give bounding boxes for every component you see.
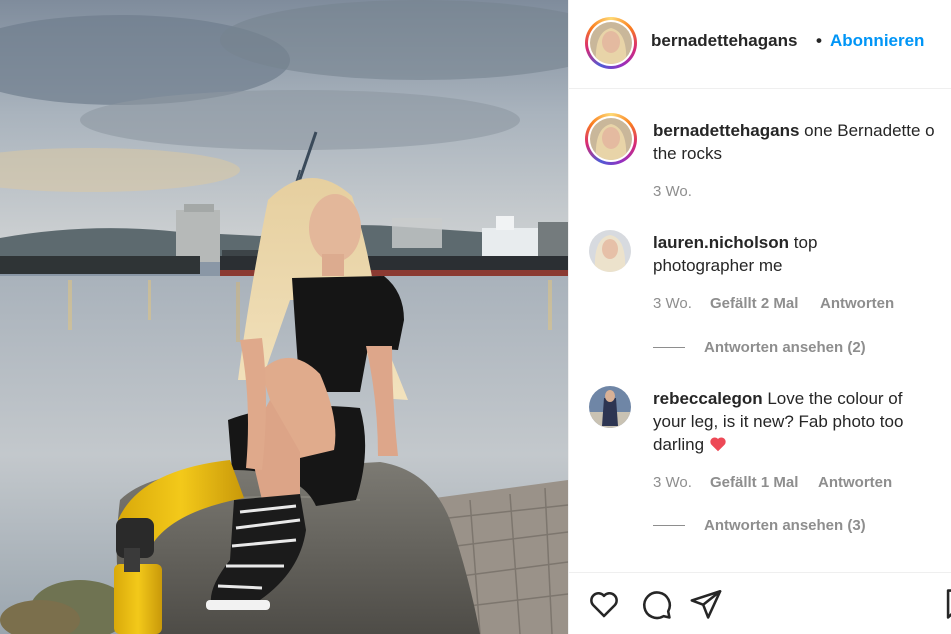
comment-likes-link[interactable]: Gefällt 2 Mal	[710, 295, 798, 312]
follow-button[interactable]: Abonnieren	[830, 31, 924, 51]
author-avatar[interactable]	[585, 17, 637, 69]
replies-divider	[653, 347, 685, 348]
reply-button[interactable]: Antworten	[820, 295, 894, 312]
comment-line-1: lauren.nicholson top	[653, 231, 817, 254]
comment-line-3: darling	[653, 433, 727, 456]
like-button[interactable]	[587, 587, 621, 621]
comment-text: Love the colour of	[767, 389, 903, 408]
comment-line-2: your leg, is it new? Fab photo too	[653, 412, 904, 431]
red-heart-icon	[710, 437, 726, 452]
comment-line-1: rebeccalegon Love the colour of	[653, 387, 903, 410]
commenter-avatar-image	[589, 230, 631, 272]
post-header: bernadettehagans • Abonnieren	[569, 0, 951, 89]
replies-divider	[653, 525, 685, 526]
view-replies-button[interactable]: Antworten ansehen (3)	[704, 517, 866, 534]
view-replies-button[interactable]: Antworten ansehen (2)	[704, 339, 866, 356]
caption-line-2: the rocks	[653, 144, 722, 163]
share-icon	[690, 589, 722, 619]
caption-line-1: bernadettehagans one Bernadette o	[653, 119, 935, 142]
reply-button[interactable]: Antworten	[818, 474, 892, 491]
comment-age: 3 Wo.	[653, 474, 692, 491]
action-bar	[569, 572, 951, 634]
separator-dot: •	[816, 31, 822, 50]
comment-button[interactable]	[639, 587, 673, 621]
heart-emoji	[709, 435, 727, 454]
commenter-avatar-image	[589, 386, 631, 428]
save-button[interactable]	[941, 587, 951, 621]
comment-likes-link[interactable]: Gefällt 1 Mal	[710, 474, 798, 491]
post-side-panel: bernadettehagans • Abonnieren bernadette…	[568, 0, 951, 634]
comment-age: 3 Wo.	[653, 295, 692, 312]
caption-username[interactable]: bernadettehagans	[653, 121, 799, 140]
caption-avatar-image	[590, 118, 632, 160]
caption-age: 3 Wo.	[653, 183, 692, 200]
comment-username[interactable]: lauren.nicholson	[653, 233, 789, 252]
post-photo-image	[0, 0, 568, 634]
comment-line-2: photographer me	[653, 256, 783, 275]
heart-icon	[590, 592, 618, 618]
comment-username[interactable]: rebeccalegon	[653, 389, 763, 408]
comment-text-tail: darling	[653, 435, 705, 454]
post-photo[interactable]	[0, 0, 568, 634]
author-avatar-image	[590, 22, 632, 64]
comment-text: top	[793, 233, 818, 252]
caption-avatar[interactable]	[585, 113, 637, 165]
caption-text: one Bernadette o	[804, 121, 935, 140]
share-button[interactable]	[689, 587, 723, 621]
bookmark-icon	[946, 589, 951, 619]
author-username[interactable]: bernadettehagans	[651, 31, 797, 51]
commenter-avatar[interactable]	[589, 386, 631, 428]
comment-icon	[643, 591, 672, 620]
commenter-avatar[interactable]	[589, 230, 631, 272]
